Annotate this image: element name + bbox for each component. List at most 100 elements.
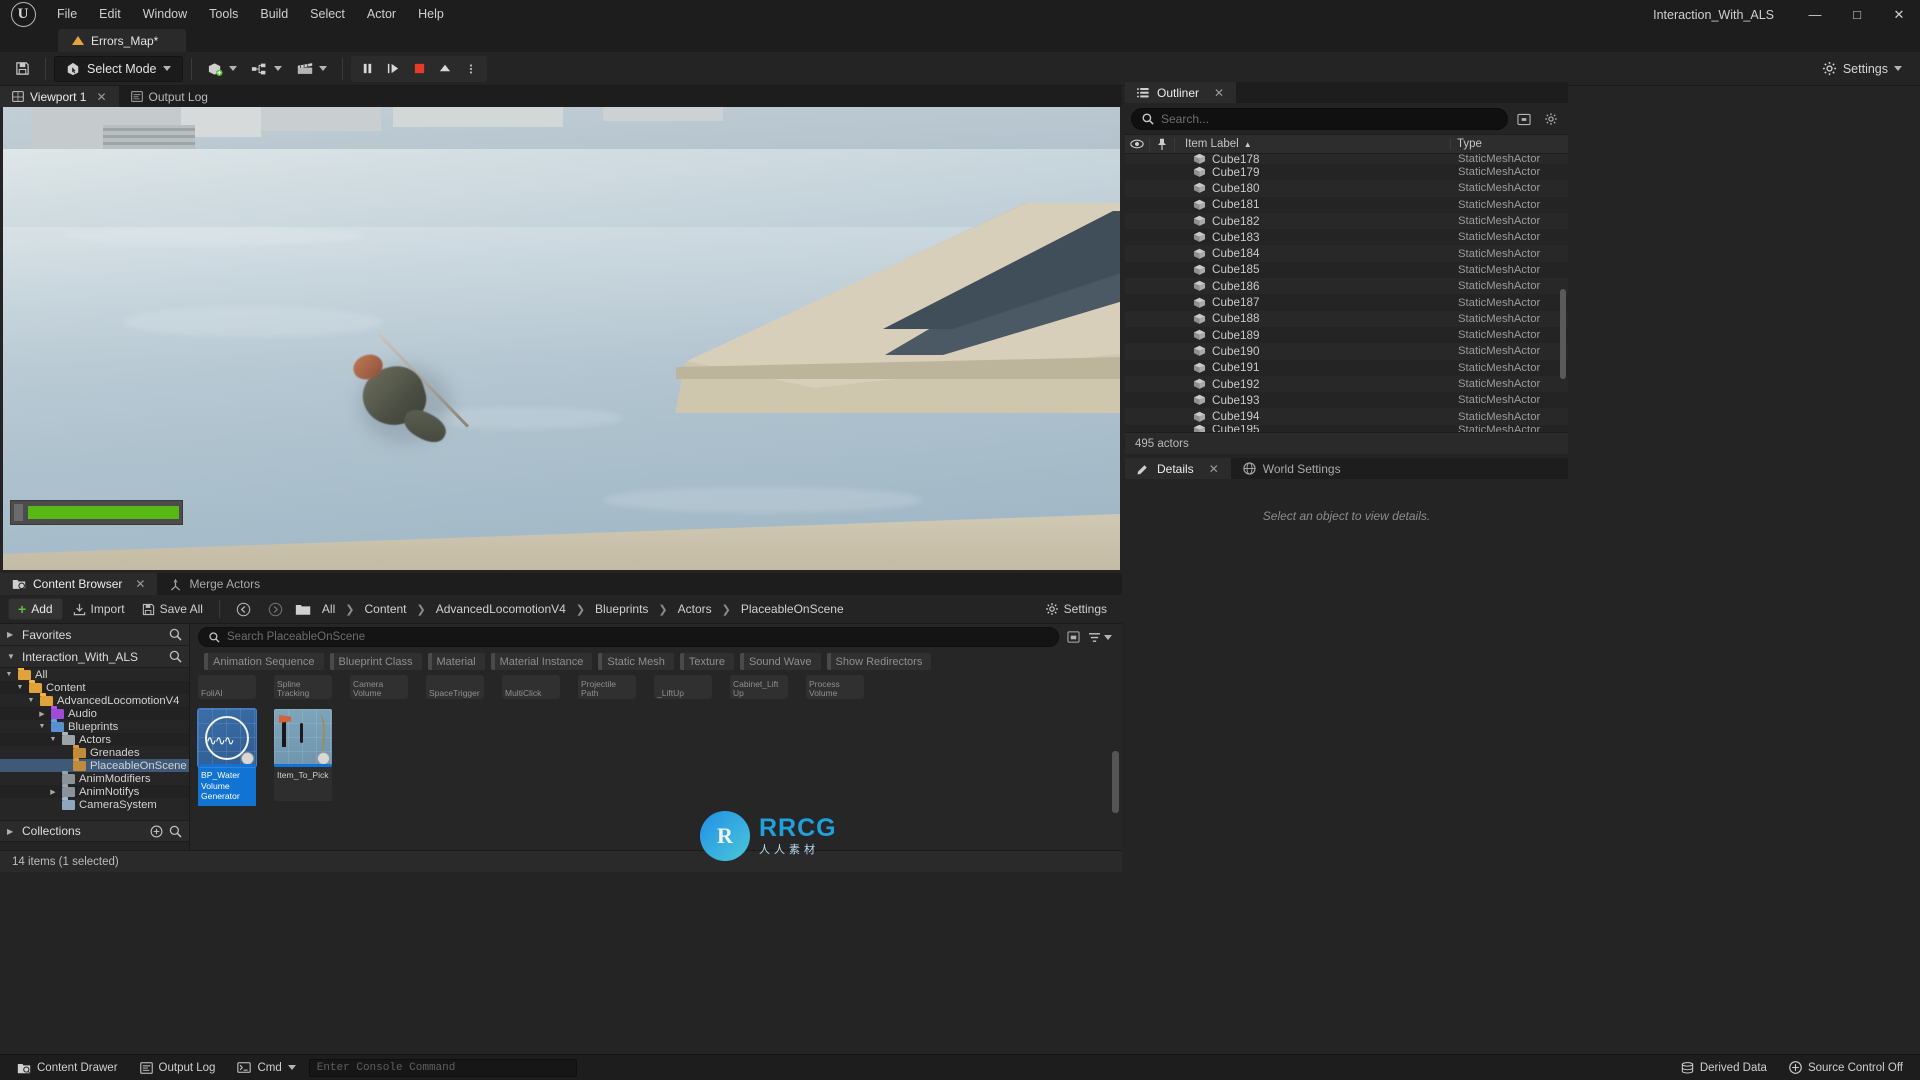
tree-expander-icon[interactable]: ▼ [26, 697, 36, 704]
toolbar-settings-button[interactable]: Settings [1814, 57, 1910, 80]
tab-viewport-1[interactable]: Viewport 1 ✕ [0, 86, 119, 107]
tree-expander-icon[interactable]: ▶ [37, 710, 47, 718]
content-browser-settings-button[interactable]: Settings [1038, 599, 1114, 619]
table-row[interactable]: Cube194 StaticMeshActor [1125, 408, 1568, 425]
tab-output-log[interactable]: Output Log [119, 86, 220, 107]
table-row[interactable]: Cube183 StaticMeshActor [1125, 229, 1568, 246]
collections-search-icon[interactable] [169, 825, 182, 838]
pause-button[interactable] [355, 58, 379, 80]
table-row[interactable]: Cube180 StaticMeshActor [1125, 180, 1568, 197]
folder-tree-item-content[interactable]: ▼ Content [0, 681, 189, 694]
favorites-section-header[interactable]: ▶ Favorites [0, 624, 189, 646]
asset-search-input[interactable]: Search PlaceableOnScene [198, 627, 1059, 647]
table-row[interactable]: Cube193 StaticMeshActor [1125, 392, 1568, 409]
folder-tree-item-advancedlocomotionv4[interactable]: ▼ AdvancedLocomotionV4 [0, 694, 189, 707]
folder-tree-item-camerasystem[interactable]: CameraSystem [0, 798, 189, 811]
table-row[interactable]: Cube179 StaticMeshActor [1125, 164, 1568, 181]
outliner-list[interactable]: Cube178 StaticMeshActor Cube179 StaticMeshA… [1125, 154, 1568, 437]
asset-tile-item-to-pick[interactable]: Item_To_Pick [274, 709, 332, 806]
asset-tile-partial[interactable]: Spline Tracking [274, 675, 332, 699]
table-row[interactable]: Cube188 StaticMeshActor [1125, 310, 1568, 327]
asset-tile-partial[interactable]: SpaceTrigger [426, 675, 484, 699]
project-search-icon[interactable] [169, 650, 182, 663]
place-actors-dropdown[interactable] [200, 56, 244, 82]
filter-chip-sound-wave[interactable]: Sound Wave [739, 653, 821, 670]
breadcrumb-advancedlocomotionv4[interactable]: AdvancedLocomotionV4 [432, 600, 570, 618]
folder-tree-item-grenades[interactable]: Grenades [0, 746, 189, 759]
save-button[interactable] [8, 56, 37, 82]
tab-merge-actors[interactable]: Merge Actors [157, 573, 272, 595]
tree-expander-icon[interactable]: ▼ [4, 671, 14, 678]
tree-expander-icon[interactable]: ▼ [48, 736, 58, 743]
table-row[interactable]: Cube191 StaticMeshActor [1125, 359, 1568, 376]
asset-tile-partial[interactable]: Cabinet_Lift Up [730, 675, 788, 699]
asset-grid[interactable]: FoliAI Spline Tracking Camera Volume SpaceT… [190, 675, 1122, 847]
cinematics-dropdown[interactable] [289, 56, 334, 82]
table-row[interactable]: Cube189 StaticMeshActor [1125, 326, 1568, 344]
asset-grid-scroll-thumb[interactable] [1112, 751, 1119, 813]
menu-actor[interactable]: Actor [356, 0, 407, 29]
table-row[interactable]: Cube190 StaticMeshActor [1125, 343, 1568, 360]
filter-chip-show-redirectors[interactable]: Show Redirectors [826, 653, 932, 670]
folder-tree[interactable]: ▼ All ▼ Content ▼ AdvancedLocomotionV4 ▶ Audio ▼… [0, 668, 189, 820]
folder-tree-item-audio[interactable]: ▶ Audio [0, 707, 189, 720]
play-options-button[interactable] [459, 58, 483, 80]
derived-data-button[interactable]: Derived Data [1672, 1059, 1776, 1077]
save-search-icon[interactable] [1067, 631, 1080, 643]
tree-expander-icon[interactable]: ▼ [15, 684, 25, 691]
level-viewport[interactable] [3, 107, 1120, 570]
project-section-header[interactable]: ▼ Interaction_With_ALS [0, 646, 189, 668]
outliner-search-input[interactable]: Search... [1131, 108, 1508, 130]
menu-help[interactable]: Help [407, 0, 455, 29]
table-row[interactable]: Cube185 StaticMeshActor [1125, 261, 1568, 279]
filter-chip-blueprint-class[interactable]: Blueprint Class [329, 653, 422, 670]
table-row[interactable]: Cube181 StaticMeshActor [1125, 196, 1568, 213]
favorites-search-icon[interactable] [169, 628, 182, 641]
outliner-scroll-thumb[interactable] [1560, 289, 1566, 379]
menu-window[interactable]: Window [132, 0, 198, 29]
tree-expander-icon[interactable]: ▶ [48, 788, 58, 796]
asset-tile-partial[interactable]: Projectile Path [578, 675, 636, 699]
add-collection-icon[interactable] [150, 825, 163, 838]
folder-tree-item-placeableonscene[interactable]: PlaceableOnScene [0, 759, 189, 772]
console-command-input[interactable]: Enter Console Command [308, 1058, 577, 1077]
import-button[interactable]: Import [66, 599, 132, 619]
asset-tile-partial[interactable]: MultiClick [502, 675, 560, 699]
maximize-icon[interactable]: □ [1836, 0, 1878, 29]
frame-step-button[interactable] [381, 58, 405, 80]
filter-chip-static-mesh[interactable]: Static Mesh [598, 653, 674, 670]
tab-outliner[interactable]: Outliner ✕ [1125, 82, 1237, 103]
folder-tree-item-animnotifys[interactable]: ▶ AnimNotifys [0, 785, 189, 798]
filter-chip-material-instance[interactable]: Material Instance [490, 653, 593, 670]
tab-content-browser-close-icon[interactable]: ✕ [135, 577, 145, 591]
nav-back-button[interactable] [229, 599, 258, 620]
column-type[interactable]: Type [1450, 138, 1568, 150]
asset-tile-bp-water-volume-generator[interactable]: ∿∿∿ BP_Water Volume Generator [197, 708, 257, 806]
filter-chip-animation-sequence[interactable]: Animation Sequence [204, 653, 324, 670]
menu-tools[interactable]: Tools [198, 0, 249, 29]
table-row[interactable]: Cube187 StaticMeshActor [1125, 294, 1568, 311]
asset-grid-scrollbar[interactable] [1112, 709, 1119, 839]
tab-outliner-close-icon[interactable]: ✕ [1214, 86, 1224, 100]
filter-dropdown[interactable] [1088, 632, 1112, 643]
breadcrumb-placeableonscene[interactable]: PlaceableOnScene [737, 600, 848, 618]
collections-section-header[interactable]: ▶ Collections [0, 820, 189, 842]
breadcrumb-actors[interactable]: Actors [674, 600, 716, 618]
asset-tile-partial[interactable]: Process Volume [806, 675, 864, 699]
tab-viewport-1-close-icon[interactable]: ✕ [96, 90, 106, 104]
filter-chip-texture[interactable]: Texture [679, 653, 734, 670]
outliner-settings-icon[interactable] [1540, 108, 1562, 130]
source-control-button[interactable]: Source Control Off [1780, 1058, 1912, 1077]
column-pin-icon[interactable] [1149, 137, 1175, 151]
select-mode-dropdown[interactable]: Select Mode [54, 55, 184, 82]
folder-tree-item-blueprints[interactable]: ▼ Blueprints [0, 720, 189, 733]
tab-content-browser[interactable]: Content Browser ✕ [0, 573, 158, 595]
cmd-dropdown[interactable]: Cmd [228, 1059, 304, 1077]
column-item-label[interactable]: Item Label ▲ [1175, 138, 1450, 150]
menu-edit[interactable]: Edit [88, 0, 132, 29]
filter-chip-material[interactable]: Material [427, 653, 485, 670]
table-row[interactable]: Cube178 StaticMeshActor [1125, 154, 1568, 164]
stop-button[interactable] [407, 58, 431, 80]
asset-tile-partial[interactable]: FoliAI [198, 675, 256, 699]
level-tab-errors-map[interactable]: Errors_Map* [58, 29, 186, 52]
